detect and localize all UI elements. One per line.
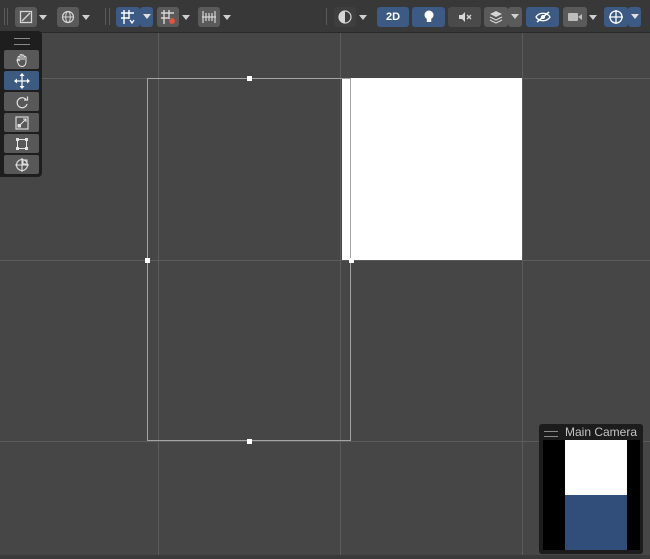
- white-sprite[interactable]: [342, 78, 522, 260]
- selection-rect-outline[interactable]: [147, 78, 351, 441]
- scene-camera-dropdown[interactable]: [586, 7, 600, 27]
- hand-tool-icon[interactable]: [4, 50, 39, 69]
- transform-tool-icon[interactable]: [4, 155, 39, 174]
- gizmo-globe-icon[interactable]: [57, 7, 79, 27]
- audio-mute-icon[interactable]: [448, 7, 481, 27]
- grid-snap-icon[interactable]: [116, 7, 140, 27]
- camera-preview-overlay: Main Camera: [539, 424, 643, 554]
- toolbar-grip[interactable]: [7, 8, 9, 25]
- gizmo-globe-dropdown[interactable]: [79, 7, 93, 27]
- increment-snap-icon[interactable]: [157, 7, 179, 27]
- toolbar-separator: [326, 8, 328, 25]
- snap-settings-dropdown[interactable]: [220, 7, 234, 27]
- snap-settings-icon[interactable]: [198, 7, 220, 27]
- grid-snap-dropdown[interactable]: [140, 7, 153, 27]
- rect-tool-icon[interactable]: [4, 134, 39, 153]
- camera-preview-grip[interactable]: [544, 431, 558, 437]
- camera-preview-title: Main Camera: [565, 425, 638, 439]
- increment-snap-dropdown[interactable]: [179, 7, 193, 27]
- rect-handle-top[interactable]: [247, 76, 252, 81]
- rect-handle-left[interactable]: [145, 258, 150, 263]
- tool-palette-grip[interactable]: [14, 38, 30, 45]
- gizmos-icon[interactable]: [604, 7, 628, 27]
- toolbar-separator: [105, 8, 107, 25]
- scene-camera-icon[interactable]: [563, 7, 587, 27]
- tool-palette: [0, 31, 42, 177]
- camera-preview-sky: [565, 440, 627, 495]
- draw-mode-dropdown[interactable]: [36, 7, 50, 27]
- camera-preview-view: [543, 440, 640, 550]
- scale-tool-icon[interactable]: [4, 113, 39, 132]
- shading-dropdown[interactable]: [356, 7, 370, 27]
- shading-icon[interactable]: [334, 7, 356, 27]
- scene-bottom-edge: [0, 555, 650, 559]
- rect-handle-bottom[interactable]: [247, 439, 252, 444]
- gizmos-dropdown[interactable]: [628, 7, 641, 27]
- rotate-tool-icon[interactable]: [4, 92, 39, 111]
- grid-line: [522, 33, 523, 559]
- rect-handle-right[interactable]: [349, 258, 354, 263]
- move-tool-icon[interactable]: [4, 71, 39, 90]
- draw-mode-icon[interactable]: [15, 7, 37, 27]
- lighting-bulb-icon[interactable]: [412, 7, 445, 27]
- effects-dropdown[interactable]: [508, 7, 522, 27]
- scene-toolbar: 2D: [0, 0, 650, 33]
- toolbar-grip[interactable]: [4, 8, 6, 25]
- hidden-visibility-icon[interactable]: [526, 7, 559, 27]
- effects-layers-icon[interactable]: [484, 7, 508, 27]
- toolbar-separator: [109, 8, 111, 25]
- camera-preview-ground: [565, 495, 627, 550]
- mode-2d-button[interactable]: 2D: [377, 7, 409, 27]
